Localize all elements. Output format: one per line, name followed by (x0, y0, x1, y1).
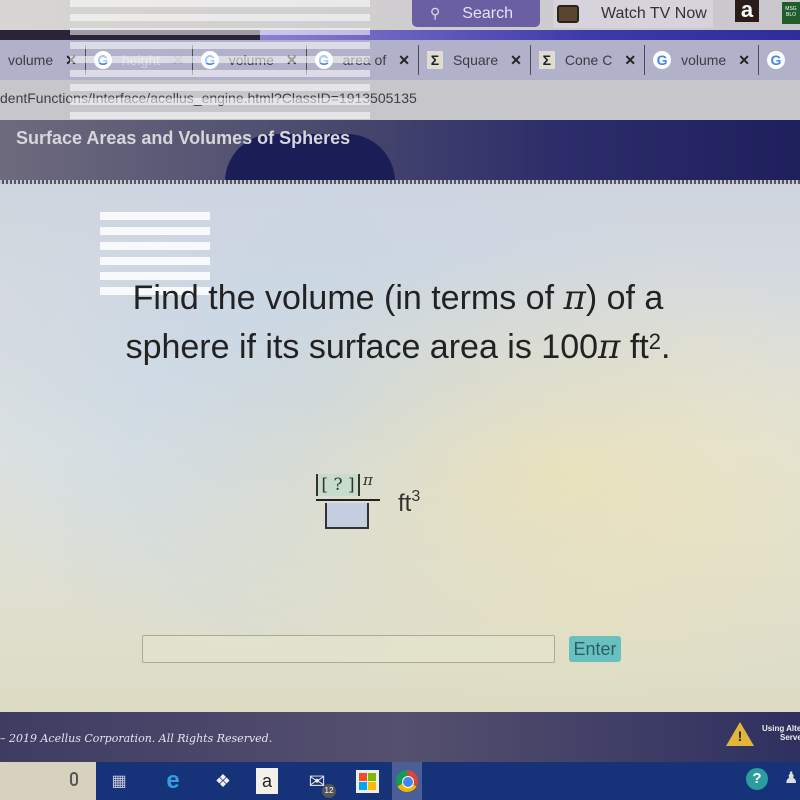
close-icon[interactable]: ✕ (398, 52, 410, 69)
chrome-icon (396, 770, 418, 792)
close-icon[interactable]: ✕ (510, 52, 522, 69)
enter-button[interactable]: Enter (569, 636, 621, 662)
copyright-text: – 2019 Acellus Corporation. All Rights R… (0, 732, 273, 745)
google-icon: G (766, 51, 785, 69)
amazon-icon[interactable]: a (735, 0, 759, 22)
page-footer: – 2019 Acellus Corporation. All Rights R… (0, 712, 800, 762)
unit-text: ft (398, 490, 412, 517)
tab-volume-2[interactable]: G volume ✕ (193, 45, 307, 75)
close-icon[interactable]: ✕ (286, 52, 298, 69)
browser-tab-strip: volume ✕ G height ✕ G volume ✕ G area of… (0, 40, 800, 80)
question-panel: Find the volume (in terms of π) of a sph… (0, 184, 800, 712)
numerator-input-box[interactable]: [ ? ] (316, 474, 360, 496)
watch-tv-now-link[interactable]: Watch TV Now (553, 0, 713, 28)
google-icon: G (93, 51, 112, 69)
chrome-taskbar-button[interactable] (392, 762, 422, 800)
numerator: [ ? ] π (316, 471, 386, 498)
tab-square[interactable]: Σ Square ✕ (419, 45, 531, 75)
people-icon[interactable]: ♟ (784, 768, 798, 788)
pi-symbol: π (563, 278, 586, 318)
google-icon: G (653, 51, 672, 69)
tab-label: volume (228, 52, 274, 68)
decorative-stripe (260, 30, 800, 40)
store-icon[interactable] (354, 768, 380, 794)
dropbox-icon[interactable]: ❖ (210, 768, 236, 794)
alt-server-line: Using Alte (762, 724, 800, 733)
alternate-server-notice[interactable]: Using Alte Serve (762, 724, 800, 742)
tv-icon (557, 5, 579, 23)
search-button[interactable]: ⚲ Search (412, 0, 540, 27)
question-text: Find the volume (in terms of π) of a sph… (58, 276, 738, 369)
bookmark-bar: ⚲ Search Watch TV Now a MSG BLO (0, 0, 800, 30)
warning-exclamation: ! (737, 728, 743, 744)
tab-partial[interactable]: G (759, 45, 800, 75)
sigma-icon: Σ (426, 51, 443, 69)
question-text-part: ) of a (585, 279, 664, 317)
answer-input[interactable] (142, 635, 555, 663)
help-icon[interactable]: ? (746, 768, 768, 790)
tab-label: volume (681, 52, 727, 68)
fraction-bar (316, 499, 380, 501)
question-text-part: . (660, 328, 671, 366)
tab-label: Cone C (564, 52, 613, 68)
edge-icon[interactable]: e (160, 767, 186, 794)
url-text[interactable]: dentFunctions/Interface/acellus_engine.h… (0, 90, 417, 106)
question-text-part: sphere if its surface area is 100 (125, 328, 599, 366)
unit-exponent: 2 (648, 329, 661, 354)
tab-area-of[interactable]: G area of ✕ (307, 45, 419, 75)
tab-label: height (121, 52, 161, 68)
google-icon: G (314, 51, 333, 69)
question-line-1: Find the volume (in terms of π) of a (58, 276, 738, 320)
google-icon: G (200, 51, 219, 69)
question-text-part: Find the volume (in terms of (132, 279, 564, 317)
close-icon[interactable]: ✕ (738, 52, 750, 69)
pi-symbol: π (598, 327, 621, 367)
watch-tv-label: Watch TV Now (601, 5, 707, 22)
denominator-input-box[interactable] (325, 503, 369, 529)
windows-taskbar: ▦ e ❖ a ✉ 12 (0, 762, 800, 800)
taskbar-search-box[interactable] (0, 762, 96, 800)
mail-icon[interactable]: ✉ 12 (304, 768, 336, 798)
tab-height[interactable]: G height ✕ (86, 45, 193, 75)
close-icon[interactable]: ✕ (65, 52, 77, 69)
question-line-2: sphere if its surface area is 100π ft2. (58, 320, 738, 369)
lesson-header: Surface Areas and Volumes of Spheres (0, 120, 800, 182)
close-icon[interactable]: ✕ (172, 52, 184, 69)
tab-label: volume (8, 52, 54, 68)
mail-badge: 12 (322, 784, 336, 798)
tab-label: area of (342, 52, 387, 68)
answer-fraction: [ ? ] π (316, 471, 386, 529)
pi-symbol: π (363, 471, 373, 489)
lesson-title: Surface Areas and Volumes of Spheres (16, 128, 351, 148)
search-icon: ⚲ (430, 5, 441, 21)
sigma-icon: Σ (538, 51, 555, 69)
microphone-icon[interactable] (70, 772, 78, 786)
tab-label: Square (452, 52, 499, 68)
unit-text: ft (620, 328, 649, 366)
amazon-icon[interactable]: a (256, 768, 278, 794)
unit-exponent: 3 (411, 488, 421, 505)
task-view-icon[interactable]: ▦ (106, 768, 132, 794)
search-label: Search (462, 4, 513, 22)
address-bar[interactable]: dentFunctions/Interface/acellus_engine.h… (0, 80, 800, 120)
answer-unit: ft3 (398, 488, 420, 518)
tab-cone[interactable]: Σ Cone C ✕ (531, 45, 646, 75)
msg-blog-icon[interactable]: MSG BLO (782, 2, 800, 24)
tab-volume-3[interactable]: G volume ✕ (645, 45, 759, 75)
close-icon[interactable]: ✕ (624, 52, 636, 69)
alt-server-line: Serve (780, 733, 800, 742)
tab-volume-1[interactable]: volume ✕ (0, 45, 86, 75)
